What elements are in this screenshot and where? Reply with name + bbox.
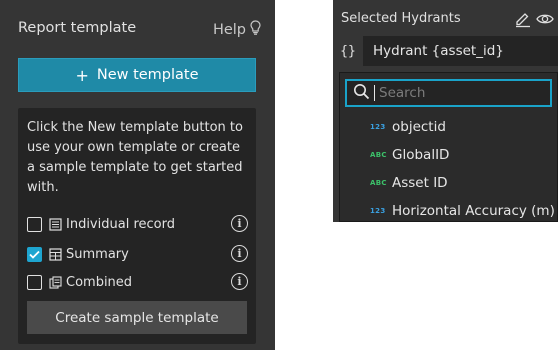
new-template-label: New template xyxy=(96,67,199,83)
field-search-box[interactable] xyxy=(345,79,552,107)
option-summary[interactable]: Summary i xyxy=(27,243,249,265)
eye-icon[interactable] xyxy=(536,11,554,27)
field-dropdown: 123 objectid ABC GlobalID ABC Asset ID 1… xyxy=(339,72,558,222)
field-name: GlobalID xyxy=(392,147,450,163)
combined-records-icon xyxy=(48,275,62,289)
field-picker-panel: Selected Hydrants {} Hydrant {asset_id} xyxy=(333,0,558,222)
title-expression-field[interactable]: Hydrant {asset_id} xyxy=(363,36,558,66)
report-panel-header: Report template Help xyxy=(18,18,261,42)
plus-icon: + xyxy=(75,65,89,85)
search-input[interactable] xyxy=(379,85,550,101)
number-type-icon: 123 xyxy=(370,207,386,215)
individual-record-checkbox[interactable] xyxy=(27,216,42,232)
option-label: Combined xyxy=(66,274,133,290)
summary-checkbox[interactable] xyxy=(27,246,42,262)
string-type-icon: ABC xyxy=(370,151,387,159)
field-name: Asset ID xyxy=(392,175,448,191)
help-link[interactable]: Help xyxy=(213,20,261,39)
field-panel-header: Selected Hydrants xyxy=(341,10,554,30)
field-name: Horizontal Accuracy (m) xyxy=(392,203,555,219)
option-combined[interactable]: Combined i xyxy=(27,271,249,293)
info-icon[interactable]: i xyxy=(231,215,248,232)
expression-braces-icon[interactable]: {} xyxy=(333,44,363,59)
option-label: Individual record xyxy=(66,216,175,232)
panel-title: Report template xyxy=(18,20,137,36)
info-icon[interactable]: i xyxy=(231,245,248,262)
summary-table-icon xyxy=(48,247,62,261)
panel-title: Selected Hydrants xyxy=(341,11,461,26)
field-item-horizontal-accuracy[interactable]: 123 Horizontal Accuracy (m) xyxy=(340,197,557,222)
create-sample-template-button[interactable]: Create sample template xyxy=(27,301,247,334)
field-item-objectid[interactable]: 123 objectid xyxy=(340,113,557,141)
new-template-button[interactable]: + New template xyxy=(18,58,256,92)
number-type-icon: 123 xyxy=(370,123,386,131)
single-record-icon xyxy=(48,217,62,231)
option-label: Summary xyxy=(66,246,129,262)
field-name: objectid xyxy=(392,119,446,135)
field-item-asset-id[interactable]: ABC Asset ID xyxy=(340,169,557,197)
string-type-icon: ABC xyxy=(370,179,387,187)
sample-template-box: Click the New template button to use you… xyxy=(18,108,256,344)
lightbulb-icon xyxy=(250,20,261,39)
instructions-text: Click the New template button to use you… xyxy=(27,120,243,195)
report-template-panel: Report template Help + New template Clic… xyxy=(0,0,275,350)
edit-pencil-icon[interactable] xyxy=(514,10,532,28)
info-icon[interactable]: i xyxy=(231,273,248,290)
search-icon xyxy=(353,83,370,104)
checkmark-icon xyxy=(29,250,40,259)
title-expression-row: {} Hydrant {asset_id} xyxy=(333,36,558,66)
combined-checkbox[interactable] xyxy=(27,274,42,290)
text-cursor xyxy=(374,85,375,101)
field-item-globalid[interactable]: ABC GlobalID xyxy=(340,141,557,169)
option-individual-record[interactable]: Individual record i xyxy=(27,213,249,235)
help-label: Help xyxy=(212,21,246,38)
